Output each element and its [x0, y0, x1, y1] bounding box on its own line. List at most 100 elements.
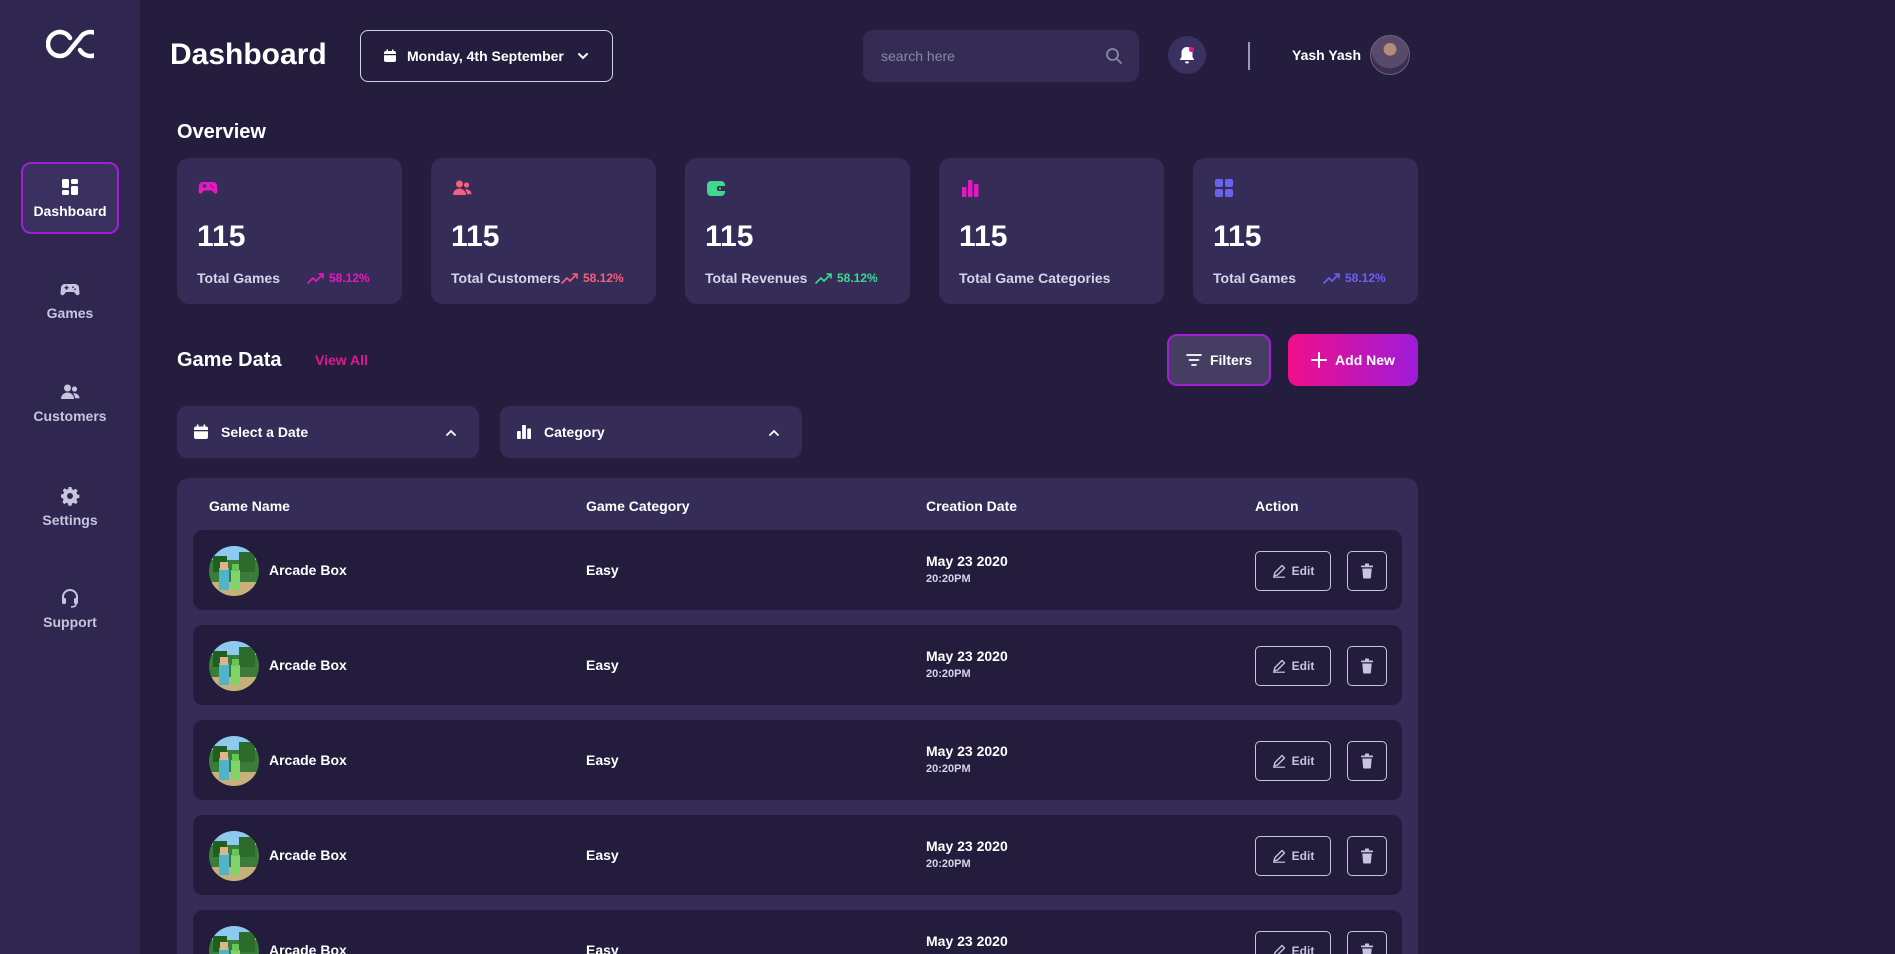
- column-header[interactable]: Game Category: [586, 498, 689, 514]
- trend-value: 58.12%: [329, 271, 370, 285]
- search-icon[interactable]: [1105, 47, 1123, 65]
- edit-button[interactable]: Edit: [1255, 931, 1331, 954]
- game-category: Easy: [586, 562, 619, 578]
- sidebar-item-customers[interactable]: Customers: [21, 367, 119, 439]
- game-category: Easy: [586, 657, 619, 673]
- table-row[interactable]: Arcade BoxEasyMay 23 202020:20PMEdit: [193, 530, 1402, 610]
- game-thumbnail: [209, 641, 259, 691]
- stat-value: 115: [197, 220, 246, 253]
- add-new-label: Add New: [1335, 352, 1395, 368]
- filter-icon: [1186, 354, 1202, 366]
- edit-button[interactable]: Edit: [1255, 551, 1331, 591]
- filters-button[interactable]: Filters: [1167, 334, 1271, 386]
- date-dropdown[interactable]: Select a Date: [177, 406, 479, 458]
- trend-badge: 58.12%: [1323, 271, 1386, 285]
- game-data-title: Game Data: [177, 349, 282, 371]
- sidebar-item-label: Games: [46, 305, 94, 321]
- notifications-button[interactable]: [1168, 36, 1206, 74]
- calendar-icon: [194, 424, 208, 439]
- category-dropdown-label: Category: [544, 424, 605, 440]
- date-label: Monday, 4th September: [407, 48, 564, 64]
- delete-button[interactable]: [1347, 836, 1387, 876]
- column-header[interactable]: Creation Date: [926, 498, 1017, 514]
- trend-value: 58.12%: [837, 271, 878, 285]
- table-row[interactable]: Arcade BoxEasyMay 23 202020:20PMEdit: [193, 910, 1402, 954]
- trash-icon: [1361, 753, 1373, 769]
- column-header[interactable]: Game Name: [209, 498, 290, 514]
- edit-label: Edit: [1291, 849, 1315, 863]
- game-name: Arcade Box: [269, 847, 347, 863]
- sidebar-item-label: Settings: [42, 512, 98, 528]
- trash-icon: [1361, 563, 1373, 579]
- trend-up-icon: [1323, 273, 1340, 284]
- game-name: Arcade Box: [269, 752, 347, 768]
- trend-up-icon: [815, 273, 832, 284]
- pencil-icon: [1272, 754, 1285, 768]
- stat-card: 115 Total Game Categories: [939, 158, 1164, 304]
- date-picker-button[interactable]: Monday, 4th September: [360, 30, 613, 82]
- gamepad-icon: [60, 284, 80, 296]
- users-icon: [453, 180, 472, 195]
- wallet-icon: [707, 181, 726, 196]
- add-new-button[interactable]: Add New: [1288, 334, 1418, 386]
- trend-value: 58.12%: [1345, 271, 1386, 285]
- stat-card: 115 Total Games 58.12%: [1193, 158, 1418, 304]
- stat-card: 115 Total Games 58.12%: [177, 158, 402, 304]
- trend-badge: 58.12%: [307, 271, 370, 285]
- table-row[interactable]: Arcade BoxEasyMay 23 202020:20PMEdit: [193, 625, 1402, 705]
- creation-date: May 23 2020: [926, 648, 1008, 664]
- trash-icon: [1361, 943, 1373, 954]
- stat-value: 115: [1213, 220, 1262, 253]
- stat-value: 115: [959, 220, 1008, 253]
- delete-button[interactable]: [1347, 646, 1387, 686]
- search-input[interactable]: [881, 48, 1091, 64]
- calendar-icon: [384, 49, 396, 62]
- avatar[interactable]: [1370, 35, 1410, 75]
- creation-time: 20:20PM: [926, 858, 971, 870]
- trend-badge: 58.12%: [561, 271, 624, 285]
- delete-button[interactable]: [1347, 551, 1387, 591]
- table-row[interactable]: Arcade BoxEasyMay 23 202020:20PMEdit: [193, 720, 1402, 800]
- sidebar-item-settings[interactable]: Settings: [21, 471, 119, 543]
- game-table: Game Name Game Category Creation Date Ac…: [177, 478, 1418, 954]
- category-dropdown[interactable]: Category: [500, 406, 802, 458]
- sidebar-item-label: Dashboard: [33, 203, 107, 219]
- edit-button[interactable]: Edit: [1255, 646, 1331, 686]
- sidebar-item-games[interactable]: Games: [21, 264, 119, 336]
- pencil-icon: [1272, 659, 1285, 673]
- creation-date: May 23 2020: [926, 553, 1008, 569]
- sidebar-item-dashboard[interactable]: Dashboard: [21, 162, 119, 234]
- stat-value: 115: [705, 220, 754, 253]
- chevron-up-icon: [769, 429, 779, 436]
- sidebar-item-support[interactable]: Support: [21, 573, 119, 645]
- date-dropdown-label: Select a Date: [221, 424, 309, 440]
- view-all-link[interactable]: View All: [315, 352, 368, 368]
- stat-label: Total Customers: [451, 270, 561, 286]
- delete-button[interactable]: [1347, 741, 1387, 781]
- users-icon: [61, 384, 80, 399]
- delete-button[interactable]: [1347, 931, 1387, 954]
- page-title: Dashboard: [170, 38, 327, 71]
- stat-value: 115: [451, 220, 500, 253]
- stat-label: Total Games: [1213, 270, 1296, 286]
- stat-label: Total Revenues: [705, 270, 808, 286]
- pencil-icon: [1273, 944, 1285, 954]
- logo-icon[interactable]: [46, 28, 94, 60]
- table-row[interactable]: Arcade BoxEasyMay 23 202020:20PMEdit: [193, 815, 1402, 895]
- edit-button[interactable]: Edit: [1255, 836, 1331, 876]
- chevron-up-icon: [446, 429, 456, 436]
- sidebar: Dashboard Games Customers Settings Suppo…: [0, 0, 140, 954]
- edit-label: Edit: [1291, 944, 1315, 954]
- game-thumbnail: [209, 926, 259, 954]
- trash-icon: [1361, 848, 1373, 864]
- game-category: Easy: [586, 942, 619, 954]
- grid-icon: [1215, 179, 1233, 197]
- creation-time: 20:20PM: [926, 668, 971, 680]
- game-category: Easy: [586, 847, 619, 863]
- pencil-icon: [1272, 849, 1285, 863]
- edit-label: Edit: [1291, 659, 1315, 673]
- column-header: Action: [1255, 498, 1299, 514]
- pencil-icon: [1272, 564, 1285, 578]
- header-divider: [1248, 42, 1250, 70]
- edit-button[interactable]: Edit: [1255, 741, 1331, 781]
